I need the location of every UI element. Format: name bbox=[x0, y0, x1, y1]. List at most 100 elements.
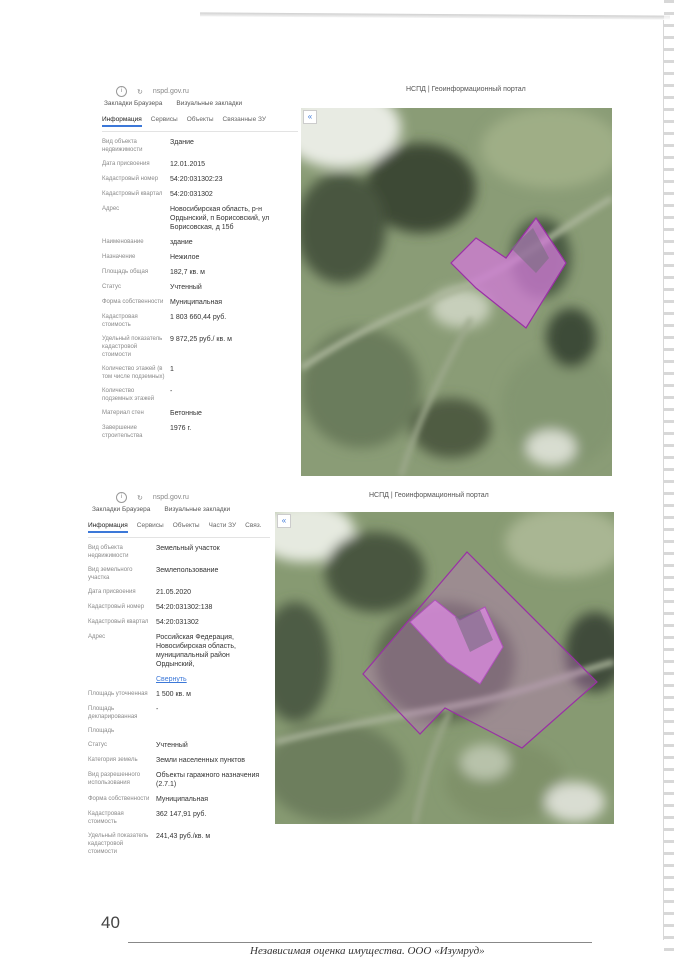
info-value: Нежилое bbox=[170, 254, 200, 261]
tab-related[interactable]: Связ. bbox=[245, 522, 261, 533]
info-value: Учтенный bbox=[156, 742, 188, 749]
info-row: Кадастровая стоимость 1 803 660,44 руб. bbox=[102, 313, 298, 329]
info-value: Учтенный bbox=[170, 284, 202, 291]
info-panel: Вид объекта недвижимости Здание Дата присв… bbox=[102, 138, 298, 446]
binding-line bbox=[663, 20, 664, 940]
bookmark-item[interactable]: Закладки Браузера bbox=[104, 100, 162, 107]
page-number: 40 bbox=[101, 913, 120, 932]
info-icon[interactable]: i bbox=[116, 492, 127, 503]
info-row: Удельный показатель кадастровой стоимост… bbox=[102, 335, 298, 359]
portal-title: НСПД | Геоинформационный портал bbox=[369, 492, 489, 499]
bookmark-item[interactable]: Визуальные закладки bbox=[176, 100, 242, 107]
info-label: Площадь bbox=[88, 728, 115, 734]
browser-topbar: i ↻ nspd.gov.ru bbox=[116, 86, 189, 97]
info-row: Вид разрешенного использования Объекты га… bbox=[88, 771, 270, 789]
info-value: 21.05.2020 bbox=[156, 589, 192, 596]
info-label: Категория земель bbox=[88, 757, 138, 763]
info-row: Кадастровый номер 54:20:031302:23 bbox=[102, 175, 298, 184]
info-value: Земельный участок bbox=[156, 545, 220, 552]
tab-services[interactable]: Сервисы bbox=[151, 116, 178, 127]
info-label: Площадь декларированная bbox=[88, 706, 138, 720]
info-row: Площадь декларированная - bbox=[88, 705, 270, 721]
info-value: 1976 г. bbox=[170, 425, 192, 432]
info-label: Завершение строительства bbox=[102, 425, 143, 439]
info-value: 12.01.2015 bbox=[170, 161, 206, 168]
info-label: Удельный показатель кадастровой стоимост… bbox=[102, 336, 163, 358]
collapse-link[interactable]: Свернуть bbox=[156, 675, 187, 684]
screenshot-building: i ↻ nspd.gov.ru Закладки Браузера Визуал… bbox=[96, 82, 616, 477]
info-value: 182,7 кв. м bbox=[170, 269, 205, 276]
tab-bar: Информация Сервисы Объекты Части ЗУ Связ… bbox=[88, 522, 270, 538]
info-label: Количество подземных этажей bbox=[102, 388, 155, 402]
info-icon[interactable]: i bbox=[116, 86, 127, 97]
portal-title: НСПД | Геоинформационный портал bbox=[406, 86, 526, 93]
info-label: Кадастровая стоимость bbox=[102, 314, 138, 328]
info-row: Количество этажей (в том числе подземных… bbox=[102, 365, 298, 381]
footer-rule bbox=[128, 942, 592, 943]
info-row: Завершение строительства 1976 г. bbox=[102, 424, 298, 440]
info-row: Категория земель Земли населенных пунктов bbox=[88, 756, 270, 765]
tab-objects[interactable]: Объекты bbox=[173, 522, 200, 533]
bookmarks-bar: Закладки Браузера Визуальные закладки bbox=[104, 100, 242, 107]
url-text[interactable]: nspd.gov.ru bbox=[153, 88, 189, 95]
tab-objects[interactable]: Объекты bbox=[187, 116, 214, 127]
info-row: Площадь уточненная 1 500 кв. м bbox=[88, 690, 270, 699]
footer-text: Независимая оценка имущества. ООО «Изумр… bbox=[250, 945, 485, 957]
info-panel: Вид объекта недвижимости Земельный участо… bbox=[88, 544, 270, 862]
info-label: Форма собственности bbox=[88, 796, 150, 802]
info-value: 1 803 660,44 руб. bbox=[170, 314, 227, 321]
info-row: Кадастровый квартал 54:20:031302 bbox=[102, 190, 298, 199]
info-row: Статус Учтенный bbox=[88, 741, 270, 750]
info-value: - bbox=[170, 388, 173, 395]
info-label: Вид объекта недвижимости bbox=[102, 139, 143, 153]
tab-related[interactable]: Связанные ЗУ bbox=[223, 116, 266, 127]
info-row: Адрес Российская Федерация, Новосибирская… bbox=[88, 633, 270, 669]
info-label: Назначение bbox=[102, 254, 136, 260]
info-value: 1 500 кв. м bbox=[156, 691, 191, 698]
info-value: Объекты гаражного назначения (2.7.1) bbox=[156, 772, 260, 788]
url-text[interactable]: nspd.gov.ru bbox=[153, 494, 189, 501]
info-row: Вид объекта недвижимости Здание bbox=[102, 138, 298, 154]
info-row: Вид земельного участка Землепользование bbox=[88, 566, 270, 582]
info-label: Вид земельного участка bbox=[88, 567, 133, 581]
tab-services[interactable]: Сервисы bbox=[137, 522, 164, 533]
info-row: Наименование здание bbox=[102, 238, 298, 247]
info-value: Землепользование bbox=[156, 567, 219, 574]
info-label: Количество этажей (в том числе подземных… bbox=[102, 366, 165, 380]
browser-topbar: i ↻ nspd.gov.ru bbox=[116, 492, 189, 503]
info-value: Бетонные bbox=[170, 410, 202, 417]
info-label: Адрес bbox=[88, 634, 106, 640]
bookmark-item[interactable]: Закладки Браузера bbox=[92, 506, 150, 513]
info-row: Адрес Новосибирская область, р-н Ордынски… bbox=[102, 205, 298, 232]
info-row: Площадь bbox=[88, 727, 270, 735]
info-value: Новосибирская область, р-н Ордынский, п … bbox=[170, 206, 270, 231]
binding-edge bbox=[664, 0, 674, 960]
tab-bar: Информация Сервисы Объекты Связанные ЗУ bbox=[102, 116, 298, 132]
collapse-icon[interactable]: « bbox=[303, 110, 317, 124]
info-value: 241,43 руб./кв. м bbox=[156, 833, 211, 840]
map-view[interactable]: « bbox=[301, 108, 612, 476]
bookmark-item[interactable]: Визуальные закладки bbox=[164, 506, 230, 513]
info-label: Форма собственности bbox=[102, 299, 164, 305]
collapse-icon[interactable]: « bbox=[277, 514, 291, 528]
info-label: Дата присвоения bbox=[88, 589, 136, 595]
info-value: 54:20:031302:138 bbox=[156, 604, 213, 611]
map-view[interactable]: « bbox=[275, 512, 614, 824]
info-row: Кадастровая стоимость 362 147,91 руб. bbox=[88, 810, 270, 826]
tab-info[interactable]: Информация bbox=[102, 116, 142, 127]
info-row: Количество подземных этажей - bbox=[102, 387, 298, 403]
info-label: Кадастровый квартал bbox=[88, 619, 149, 625]
tab-info[interactable]: Информация bbox=[88, 522, 128, 533]
tab-parts[interactable]: Части ЗУ bbox=[209, 522, 237, 533]
info-row: Кадастровый квартал 54:20:031302 bbox=[88, 618, 270, 627]
info-label: Площадь общая bbox=[102, 269, 149, 275]
info-value: Муниципальная bbox=[170, 299, 223, 306]
satellite-map bbox=[301, 108, 612, 476]
bookmarks-bar: Закладки Браузера Визуальные закладки bbox=[92, 506, 230, 513]
info-row: Вид объекта недвижимости Земельный участо… bbox=[88, 544, 270, 560]
reload-icon[interactable]: ↻ bbox=[137, 88, 143, 96]
info-value: Российская Федерация, Новосибирская обла… bbox=[156, 634, 236, 668]
reload-icon[interactable]: ↻ bbox=[137, 494, 143, 502]
info-row: Форма собственности Муниципальная bbox=[102, 298, 298, 307]
info-label: Удельный показатель кадастровой стоимост… bbox=[88, 833, 149, 855]
